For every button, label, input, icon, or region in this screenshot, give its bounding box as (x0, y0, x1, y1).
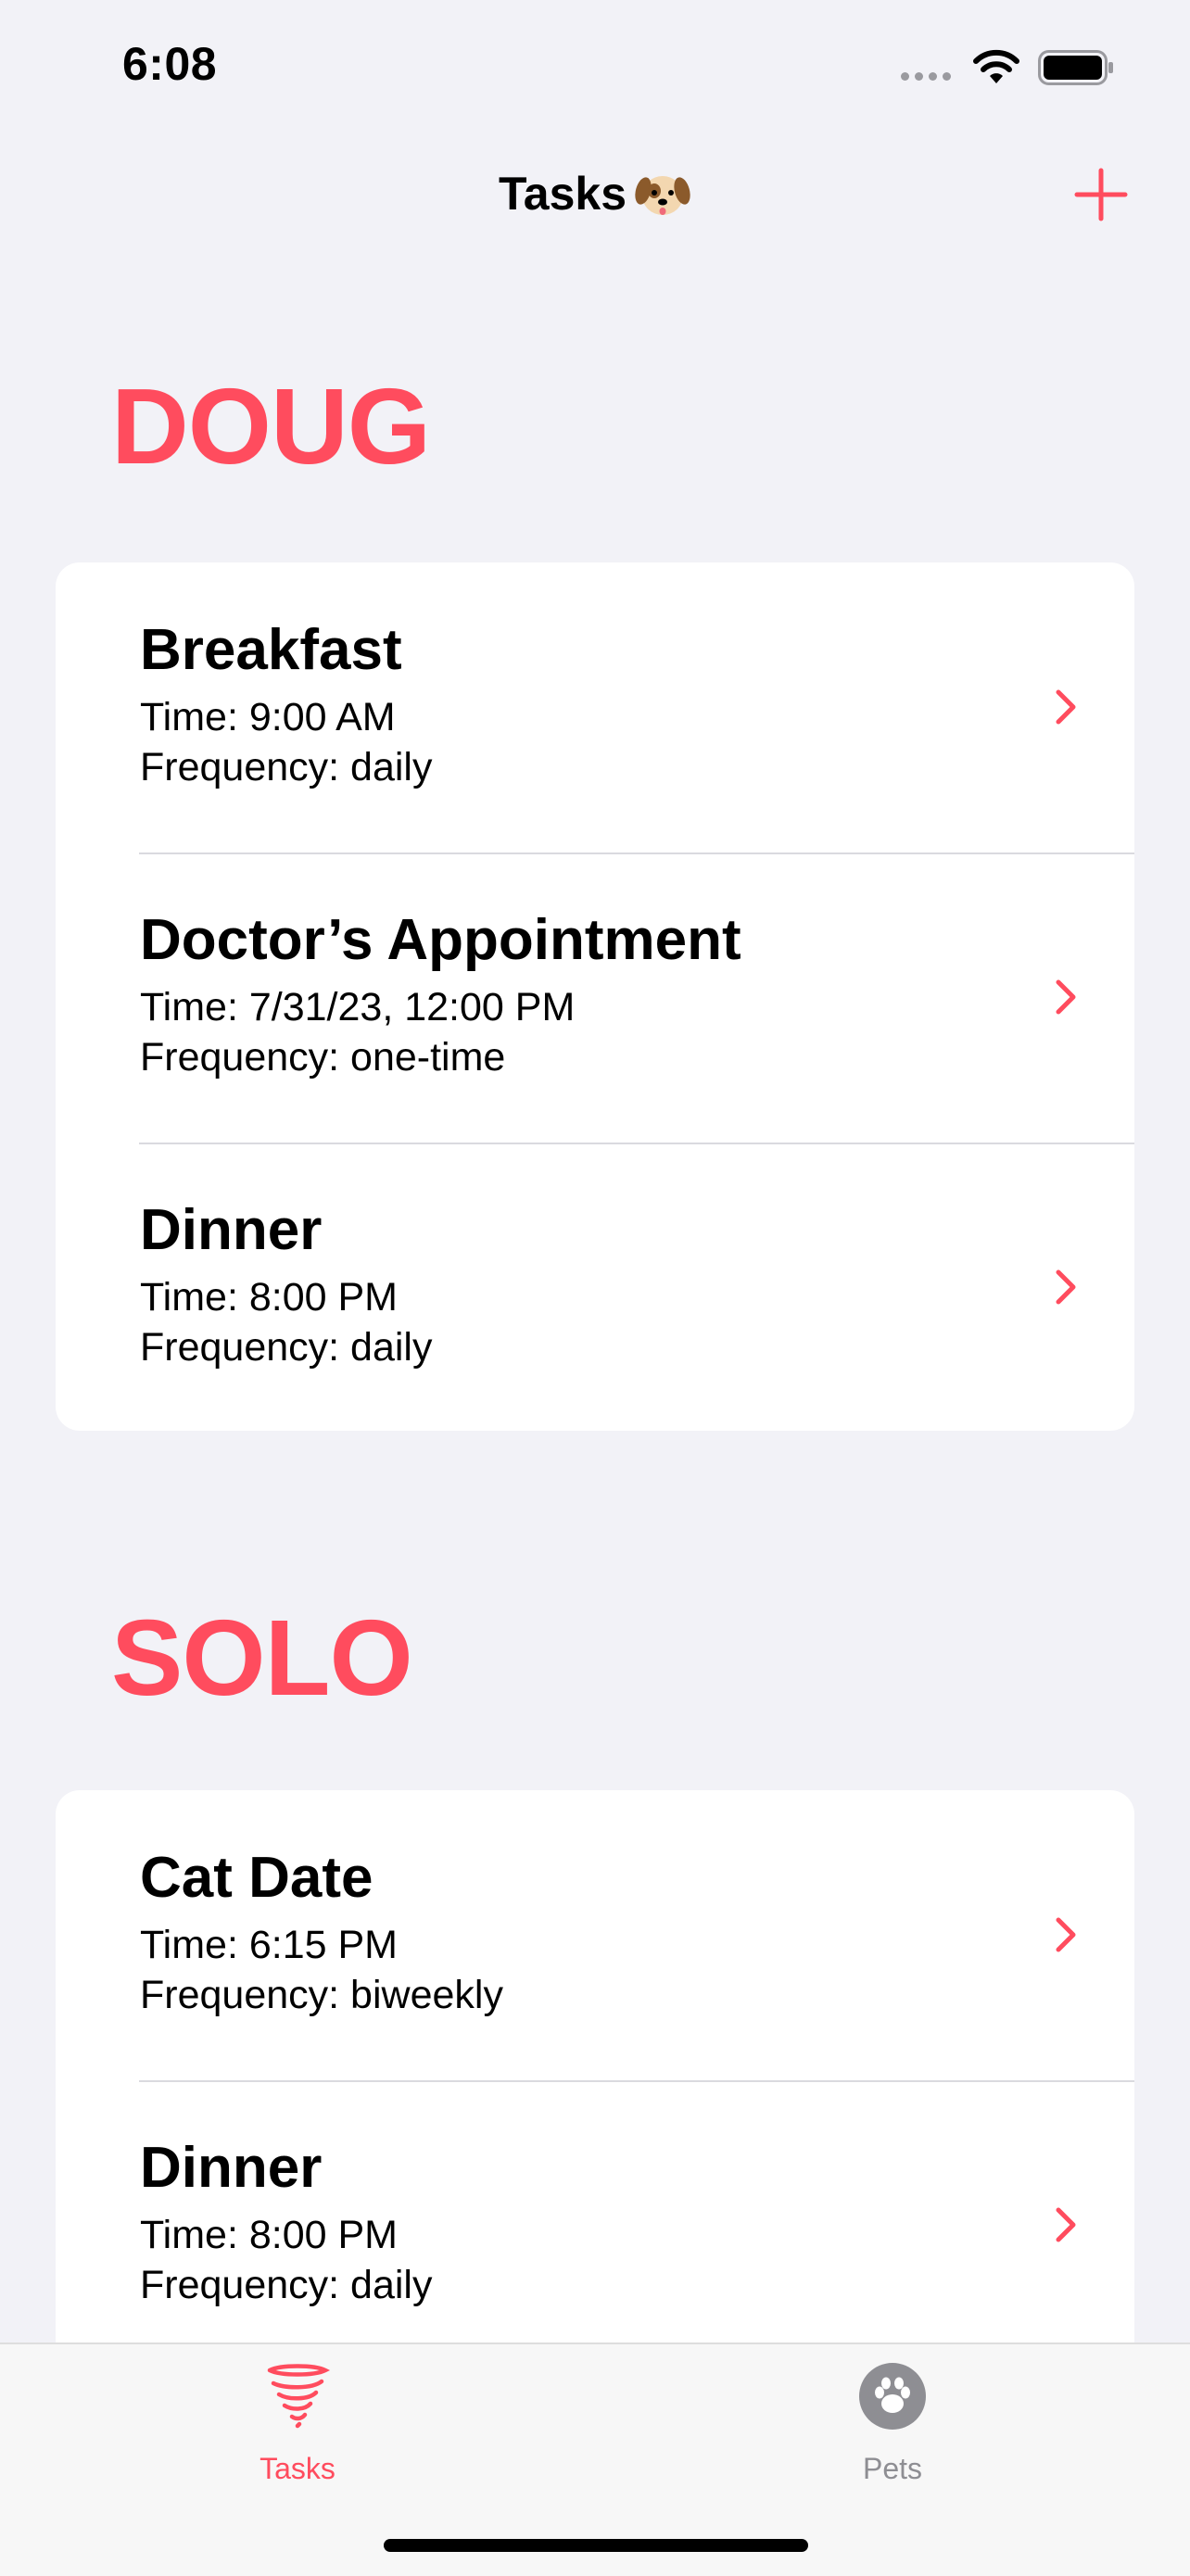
section-title-solo: SOLO (111, 1597, 413, 1718)
tab-tasks[interactable]: Tasks (158, 2344, 437, 2493)
task-title: Cat Date (140, 1846, 373, 1910)
home-indicator[interactable] (384, 2539, 808, 2552)
chevron-right-icon (1056, 979, 1076, 1015)
task-time: Time: 8:00 PM (140, 1275, 398, 1320)
chevron-right-icon (1056, 689, 1076, 725)
page-title-text: Tasks (498, 168, 627, 220)
task-row[interactable]: Cat Date Time: 6:15 PM Frequency: biweek… (56, 1790, 1134, 2080)
task-title: Dinner (140, 2136, 323, 2200)
wifi-icon (973, 49, 1019, 83)
task-row[interactable]: Doctor’s Appointment Time: 7/31/23, 12:0… (56, 852, 1134, 1143)
task-time: Time: 7/31/23, 12:00 PM (140, 985, 576, 1029)
section-title-doug: DOUG (111, 366, 431, 486)
task-list-solo: Cat Date Time: 6:15 PM Frequency: biweek… (56, 1790, 1134, 2439)
task-time: Time: 8:00 PM (140, 2213, 398, 2257)
task-frequency: Frequency: biweekly (140, 1973, 503, 2017)
task-title: Doctor’s Appointment (140, 908, 741, 972)
page-title: Tasks (0, 165, 1190, 222)
task-time: Time: 9:00 AM (140, 695, 396, 739)
task-row[interactable]: Breakfast Time: 9:00 AM Frequency: daily (56, 562, 1134, 852)
paw-icon (859, 2363, 926, 2430)
task-list-doug: Breakfast Time: 9:00 AM Frequency: daily… (56, 562, 1134, 1431)
chevron-right-icon (1056, 1917, 1076, 1952)
task-frequency: Frequency: one-time (140, 1035, 506, 1080)
dog-face-icon (635, 176, 690, 215)
tab-label: Tasks (260, 2452, 335, 2485)
task-frequency: Frequency: daily (140, 745, 433, 789)
tornado-icon (267, 2364, 331, 2429)
tab-pets[interactable]: Pets (753, 2344, 1032, 2493)
task-title: Breakfast (140, 618, 402, 682)
chevron-right-icon (1056, 2207, 1076, 2242)
task-row[interactable]: Dinner Time: 8:00 PM Frequency: daily (56, 2080, 1134, 2370)
tab-label: Pets (862, 2452, 923, 2485)
task-frequency: Frequency: daily (140, 2263, 433, 2307)
task-frequency: Frequency: daily (140, 1325, 433, 1370)
cellular-signal-icon (901, 72, 951, 81)
battery-icon (1038, 50, 1113, 85)
task-time: Time: 6:15 PM (140, 1923, 398, 1967)
task-row[interactable]: Dinner Time: 8:00 PM Frequency: daily (56, 1143, 1134, 1431)
add-task-button[interactable] (1073, 167, 1129, 222)
task-title: Dinner (140, 1198, 323, 1262)
status-time: 6:08 (122, 38, 218, 90)
chevron-right-icon (1056, 1269, 1076, 1305)
